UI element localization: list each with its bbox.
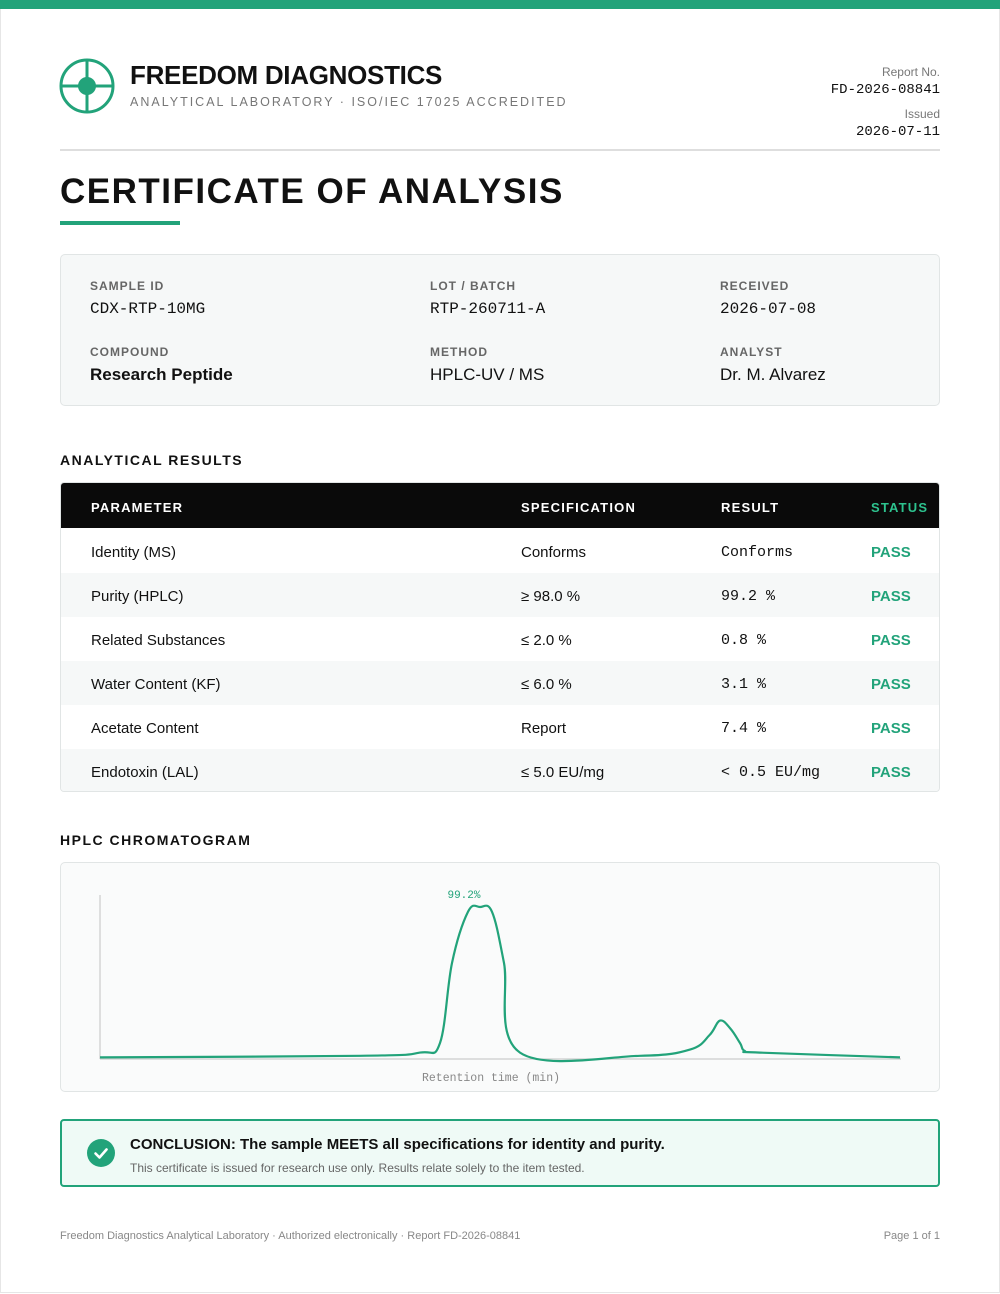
results-table: PARAMETER SPECIFICATION RESULT STATUS Id… (60, 482, 940, 792)
spec-cell: ≤ 6.0 % (521, 676, 572, 693)
spec-cell: ≤ 5.0 EU/mg (521, 764, 605, 781)
title-underline (60, 221, 180, 225)
peak-label: 99.2% (447, 890, 480, 902)
parameter-cell: Related Substances (91, 632, 226, 649)
brand-subtitle: ANALYTICAL LABORATORY · ISO/IEC 17025 AC… (130, 95, 568, 109)
table-row: Water Content (KF) ≤ 6.0 % 3.1 % PASS (61, 661, 939, 705)
spec-cell: Report (521, 720, 567, 737)
footer-text: Freedom Diagnostics Analytical Laborator… (60, 1230, 521, 1242)
parameter-cell: Identity (MS) (91, 544, 177, 561)
received-value: 2026-07-08 (720, 300, 817, 318)
conclusion-note: This certificate is issued for research … (130, 1161, 585, 1175)
status-badge: PASS (871, 764, 911, 781)
table-row: Related Substances ≤ 2.0 % 0.8 % PASS (61, 617, 939, 661)
status-badge: PASS (871, 588, 911, 605)
result-cell: 99.2 % (721, 588, 776, 605)
compound-label: COMPOUND (90, 345, 170, 359)
header-status: STATUS (871, 500, 929, 515)
header-divider (60, 149, 940, 151)
report-number-block: Report No. FD-2026-08841 (831, 65, 940, 98)
page-title: CERTIFICATE OF ANALYSIS (60, 172, 564, 211)
status-badge: PASS (871, 676, 911, 693)
chromatogram-chart: 99.2% Retention time (min) (99, 890, 901, 1085)
chromatogram-trace (99, 904, 901, 1063)
page-number: Page 1 of 1 (883, 1230, 940, 1242)
conclusion-box: CONCLUSION: The sample MEETS all specifi… (60, 1119, 940, 1187)
conclusion-title: CONCLUSION: The sample MEETS all specifi… (130, 1136, 665, 1153)
method-value: HPLC-UV / MS (430, 365, 545, 384)
issued-date: 2026-07-11 (855, 124, 940, 140)
sample-id-value: CDX-RTP-10MG (90, 300, 206, 318)
table-row: Endotoxin (LAL) ≤ 5.0 EU/mg < 0.5 EU/mg … (61, 749, 939, 791)
parameter-cell: Acetate Content (91, 720, 199, 737)
chromatogram-section-title: HPLC CHROMATOGRAM (60, 832, 252, 848)
status-badge: PASS (871, 632, 911, 649)
report-number-label: Report No. (881, 65, 940, 79)
spec-cell: ≤ 2.0 % (521, 632, 572, 649)
lot-value: RTP-260711-A (430, 300, 546, 318)
spec-cell: ≥ 98.0 % (521, 588, 581, 605)
table-row: Acetate Content Report 7.4 % PASS (61, 705, 939, 749)
table-row: Identity (MS) Conforms Conforms PASS (61, 529, 939, 573)
table-header: PARAMETER SPECIFICATION RESULT STATUS (61, 483, 939, 528)
result-cell: 3.1 % (721, 676, 767, 693)
table-row: Purity (HPLC) ≥ 98.0 % 99.2 % PASS (61, 573, 939, 617)
check-circle-icon (87, 1139, 115, 1167)
brand-name: FREEDOM DIAGNOSTICS (130, 60, 443, 90)
chromatogram-panel: 99.2% Retention time (min) (60, 862, 940, 1092)
status-badge: PASS (871, 720, 911, 737)
sample-info-panel: SAMPLE ID CDX-RTP-10MG LOT / BATCH RTP-2… (60, 254, 940, 406)
spec-cell: Conforms (521, 544, 587, 561)
parameter-cell: Water Content (KF) (91, 676, 221, 693)
result-cell: Conforms (721, 544, 794, 561)
analyst-value: Dr. M. Alvarez (720, 365, 826, 384)
header-parameter: PARAMETER (91, 500, 184, 515)
issued-date-block: Issued 2026-07-11 (856, 107, 940, 140)
analyst-label: ANALYST (720, 345, 783, 359)
sample-id-label: SAMPLE ID (90, 279, 165, 293)
parameter-cell: Purity (HPLC) (91, 588, 184, 605)
x-axis-label: Retention time (min) (422, 1072, 560, 1085)
result-cell: < 0.5 EU/mg (721, 764, 821, 781)
crosshair-icon (59, 58, 115, 114)
header-result: RESULT (721, 500, 780, 515)
compound-value: Research Peptide (90, 365, 233, 384)
received-label: RECEIVED (720, 279, 790, 293)
header-specification: SPECIFICATION (521, 500, 637, 515)
lot-label: LOT / BATCH (430, 279, 517, 293)
report-number: FD-2026-08841 (830, 82, 940, 98)
result-cell: 0.8 % (721, 632, 767, 649)
parameter-cell: Endotoxin (LAL) (91, 764, 199, 781)
status-badge: PASS (871, 544, 911, 561)
results-section-title: ANALYTICAL RESULTS (60, 452, 244, 468)
result-cell: 7.4 % (721, 720, 767, 737)
method-label: METHOD (430, 345, 488, 359)
issued-label: Issued (904, 107, 940, 121)
top-accent-bar (0, 0, 1000, 9)
